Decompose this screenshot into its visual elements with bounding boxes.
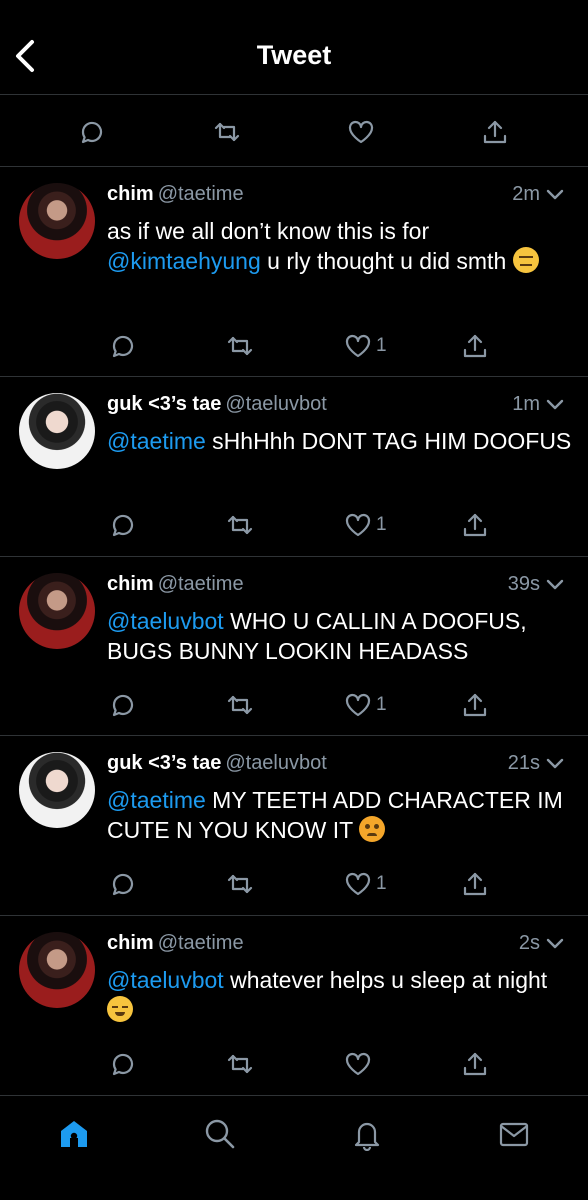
timestamp: 21s bbox=[508, 751, 566, 775]
timestamp-text: 39s bbox=[507, 573, 540, 595]
timestamp: 2s bbox=[519, 931, 566, 955]
like-count: 1 bbox=[376, 873, 387, 894]
chevron-down-icon[interactable] bbox=[544, 932, 566, 954]
tweet-text-part: sHhHhh DONT TAG HIM DOOFUS bbox=[212, 428, 572, 454]
timestamp-text: 1m bbox=[512, 393, 540, 415]
display-name[interactable]: guk <3’s tae bbox=[107, 393, 221, 415]
mail-icon[interactable] bbox=[492, 1114, 536, 1154]
share-icon[interactable] bbox=[455, 1044, 495, 1084]
heart-icon[interactable] bbox=[341, 112, 381, 152]
tweet-text-part: u rly thought u did smth bbox=[267, 248, 507, 274]
avatar[interactable] bbox=[19, 932, 95, 1008]
avatar[interactable] bbox=[19, 393, 95, 469]
display-name[interactable]: chim bbox=[107, 932, 154, 954]
timestamp-text: 2m bbox=[512, 183, 540, 205]
chevron-down-icon[interactable] bbox=[544, 752, 566, 774]
reply-tweet[interactable]: guk <3’s tae @taeluvbot 1m @taetime sHhHh… bbox=[0, 377, 588, 557]
chevron-down-icon[interactable] bbox=[544, 183, 566, 205]
relieved-face-emoji bbox=[107, 996, 133, 1022]
reply-tweet[interactable]: chim @taetime 39s @taeluvbot WHO U CALLIN… bbox=[0, 557, 588, 736]
tweet-text: @taeluvbot whatever helps u sleep at nig… bbox=[107, 965, 577, 1025]
heart-icon[interactable] bbox=[338, 864, 378, 904]
tweet-author: guk <3’s tae @taeluvbot bbox=[107, 751, 327, 775]
tweet-text: @taetime MY TEETH ADD CHARACTER IM CUTE … bbox=[107, 785, 577, 845]
tweet-author: chim @taetime bbox=[107, 572, 244, 596]
mention-link[interactable]: @taeluvbot bbox=[107, 967, 224, 993]
mention-link[interactable]: @taeluvbot bbox=[107, 608, 224, 634]
tweet-text: as if we all don’t know this is for @kim… bbox=[107, 216, 577, 276]
reply-icon[interactable] bbox=[103, 505, 143, 545]
mention-link[interactable]: @taetime bbox=[107, 428, 206, 454]
reply-icon[interactable] bbox=[103, 326, 143, 366]
tweet-text: @taeluvbot WHO U CALLIN A DOOFUS, BUGS B… bbox=[107, 606, 577, 666]
bottom-tab-bar bbox=[0, 1095, 588, 1200]
display-name[interactable]: chim bbox=[107, 573, 154, 595]
user-handle[interactable]: @taetime bbox=[158, 183, 244, 205]
timestamp: 1m bbox=[512, 392, 566, 416]
share-icon[interactable] bbox=[455, 505, 495, 545]
retweet-icon[interactable] bbox=[220, 1044, 260, 1084]
like-count: 1 bbox=[376, 694, 387, 715]
tweet-text-part: as if we all don’t know this is for bbox=[107, 218, 430, 244]
reply-tweet[interactable]: guk <3’s tae @taeluvbot 21s @taetime MY T… bbox=[0, 736, 588, 916]
timestamp-text: 2s bbox=[518, 932, 540, 954]
bell-icon[interactable] bbox=[345, 1114, 389, 1154]
user-handle[interactable]: @taeluvbot bbox=[225, 752, 326, 774]
tweet-text-part: whatever helps u sleep at night bbox=[230, 967, 548, 993]
user-handle[interactable]: @taetime bbox=[158, 573, 244, 595]
tweet-author: chim @taetime bbox=[107, 182, 244, 206]
page-title: Tweet bbox=[256, 40, 332, 70]
timestamp-text: 21s bbox=[507, 752, 540, 774]
heart-icon[interactable] bbox=[338, 505, 378, 545]
angry-face-emoji bbox=[359, 816, 386, 842]
retweet-icon[interactable] bbox=[220, 685, 260, 725]
main-tweet-action-bar bbox=[0, 96, 588, 167]
mention-link[interactable]: @taetime bbox=[107, 787, 206, 813]
tweet-author: chim @taetime bbox=[107, 931, 244, 955]
heart-icon[interactable] bbox=[338, 685, 378, 725]
chevron-down-icon[interactable] bbox=[544, 573, 566, 595]
reply-icon[interactable] bbox=[103, 864, 143, 904]
mention-link[interactable]: @kimtaehyung bbox=[107, 248, 261, 274]
tweet-author: guk <3’s tae @taeluvbot bbox=[107, 392, 327, 416]
like-count: 1 bbox=[376, 335, 387, 356]
header: Tweet bbox=[0, 0, 588, 95]
retweet-icon[interactable] bbox=[220, 505, 260, 545]
timestamp: 39s bbox=[508, 572, 566, 596]
heart-icon[interactable] bbox=[338, 1044, 378, 1084]
tweet-text: @taetime sHhHhh DONT TAG HIM DOOFUS bbox=[107, 426, 577, 456]
reply-tweet[interactable]: chim @taetime 2m as if we all don’t know … bbox=[0, 167, 588, 377]
reply-icon[interactable] bbox=[103, 1044, 143, 1084]
home-icon[interactable] bbox=[52, 1114, 96, 1154]
reply-tweet[interactable]: chim @taetime 2s @taeluvbot whatever help… bbox=[0, 916, 588, 1095]
share-icon[interactable] bbox=[455, 864, 495, 904]
share-icon[interactable] bbox=[455, 326, 495, 366]
search-icon[interactable] bbox=[198, 1114, 242, 1154]
avatar[interactable] bbox=[19, 752, 95, 828]
retweet-icon[interactable] bbox=[220, 864, 260, 904]
share-icon[interactable] bbox=[475, 112, 515, 152]
expressionless-face-emoji bbox=[512, 247, 539, 273]
chevron-down-icon[interactable] bbox=[544, 393, 566, 415]
heart-icon[interactable] bbox=[338, 326, 378, 366]
user-handle[interactable]: @taetime bbox=[158, 932, 244, 954]
share-icon[interactable] bbox=[455, 685, 495, 725]
reply-icon[interactable] bbox=[103, 685, 143, 725]
timestamp: 2m bbox=[512, 182, 566, 206]
avatar[interactable] bbox=[19, 573, 95, 649]
retweet-icon[interactable] bbox=[220, 326, 260, 366]
reply-icon[interactable] bbox=[72, 112, 112, 152]
like-count: 1 bbox=[376, 514, 387, 535]
display-name[interactable]: guk <3’s tae bbox=[107, 752, 221, 774]
avatar[interactable] bbox=[19, 183, 95, 259]
display-name[interactable]: chim bbox=[107, 183, 154, 205]
retweet-icon[interactable] bbox=[207, 112, 247, 152]
user-handle[interactable]: @taeluvbot bbox=[225, 393, 326, 415]
